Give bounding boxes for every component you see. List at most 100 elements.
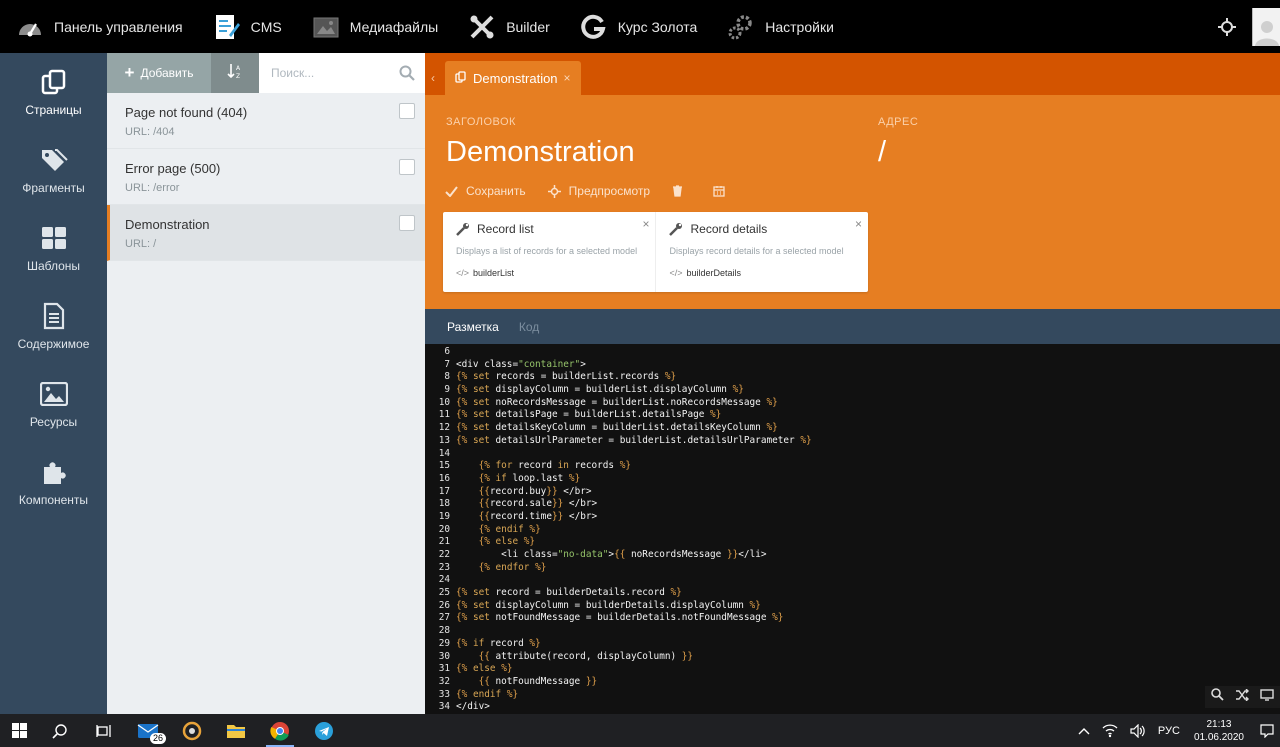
code-line[interactable]: 18 {{record.sale}} </br>	[425, 498, 1280, 511]
page-list-item[interactable]: Error page (500) URL: /error	[107, 149, 425, 205]
component-name: Record details	[669, 222, 855, 236]
preview-button[interactable]: Предпросмотр	[547, 184, 650, 198]
code-line[interactable]: 25 {% set record = builderDetails.record …	[425, 587, 1280, 600]
add-page-button[interactable]: + Добавить	[107, 53, 211, 93]
tab-markup[interactable]: Разметка	[447, 320, 499, 334]
code-line[interactable]: 16 {% if loop.last %}	[425, 473, 1280, 486]
code-line[interactable]: 34 </div>	[425, 701, 1280, 714]
close-icon[interactable]: ×	[564, 71, 571, 85]
page-url-input[interactable]: /	[878, 136, 886, 169]
file-explorer-icon[interactable]	[214, 714, 258, 747]
code-line[interactable]: 12 {% set detailsKeyColumn = builderList.…	[425, 422, 1280, 435]
save-label: Сохранить	[466, 184, 526, 198]
wifi-icon[interactable]	[1102, 723, 1118, 738]
line-content: {% set detailsKeyColumn = builderList.de…	[456, 422, 778, 434]
code-line[interactable]: 28	[425, 625, 1280, 638]
sort-button[interactable]: AZ	[211, 53, 259, 93]
code-line[interactable]: 9 {% set displayColumn = builderList.disp…	[425, 384, 1280, 397]
nav-gold[interactable]: Курс Золота	[565, 0, 712, 53]
fullscreen-icon[interactable]	[1260, 688, 1275, 706]
close-icon[interactable]: ×	[642, 217, 649, 231]
media-player-icon[interactable]	[170, 714, 214, 747]
task-view-icon[interactable]	[82, 714, 126, 747]
nav-settings[interactable]: Настройки	[712, 0, 849, 53]
mail-app-icon[interactable]: 26	[126, 714, 170, 747]
schedule-button[interactable]	[713, 185, 733, 197]
search-icon[interactable]	[399, 65, 415, 86]
page-checkbox[interactable]	[399, 215, 415, 231]
code-line[interactable]: 21 {% else %}	[425, 536, 1280, 549]
component-alias-label: builderList	[473, 268, 515, 278]
code-line[interactable]: 19 {{record.time}} </br>	[425, 511, 1280, 524]
code-line[interactable]: 20 {% endif %}	[425, 524, 1280, 537]
code-line[interactable]: 30 {{ attribute(record, displayColumn) }…	[425, 651, 1280, 664]
gold-plugin-icon	[580, 13, 608, 41]
nav-dashboard[interactable]: Панель управления	[0, 0, 198, 53]
page-list-item[interactable]: Demonstration URL: /	[107, 205, 425, 261]
code-tabs: Разметка Код	[425, 309, 1280, 344]
sidebar-item-fragments[interactable]: Фрагменты	[0, 131, 107, 209]
page-title-input[interactable]: Demonstration	[446, 136, 635, 169]
shuffle-icon[interactable]	[1235, 688, 1249, 706]
search-icon[interactable]	[1210, 688, 1224, 706]
volume-icon[interactable]	[1130, 723, 1146, 738]
page-url: URL: /404	[125, 126, 175, 138]
save-button[interactable]: Сохранить	[445, 184, 526, 198]
sidebar-item-assets[interactable]: Ресурсы	[0, 365, 107, 443]
code-line[interactable]: 27 {% set notFoundMessage = builderDetail…	[425, 612, 1280, 625]
code-line[interactable]: 29 {% if record %}	[425, 638, 1280, 651]
code-line[interactable]: 22 <li class="no-data">{{ noRecordsMessa…	[425, 549, 1280, 562]
chevron-up-icon[interactable]	[1078, 727, 1090, 735]
collapse-chevron-icon[interactable]: ‹	[431, 71, 435, 85]
code-line[interactable]: 14	[425, 448, 1280, 461]
component-card[interactable]: Record details Displays record details f…	[655, 212, 868, 292]
chrome-icon[interactable]	[258, 714, 302, 747]
code-line[interactable]: 32 {{ notFoundMessage }}	[425, 676, 1280, 689]
search-icon[interactable]	[38, 714, 82, 747]
code-line[interactable]: 6	[425, 346, 1280, 359]
sidebar-item-content[interactable]: Содержимое	[0, 287, 107, 365]
code-line[interactable]: 23 {% endfor %}	[425, 562, 1280, 575]
sidebar-item-layouts[interactable]: Шаблоны	[0, 209, 107, 287]
component-name-label: Record list	[477, 222, 534, 236]
code-line[interactable]: 31 {% else %}	[425, 663, 1280, 676]
line-number: 25	[438, 587, 450, 599]
code-line[interactable]: 24	[425, 574, 1280, 587]
page-checkbox[interactable]	[399, 159, 415, 175]
page-checkbox[interactable]	[399, 103, 415, 119]
code-line[interactable]: 11 {% set detailsPage = builderList.detai…	[425, 409, 1280, 422]
telegram-icon[interactable]	[302, 714, 346, 747]
code-line[interactable]: 26 {% set displayColumn = builderDetails.…	[425, 600, 1280, 613]
line-number: 8	[444, 371, 450, 383]
nav-cms[interactable]: CMS	[198, 0, 297, 53]
code-line[interactable]: 7 <div class="container">	[425, 359, 1280, 372]
tab-demonstration[interactable]: Demonstration ×	[445, 61, 581, 95]
windows-start-icon[interactable]	[0, 714, 38, 747]
crosshair-icon[interactable]	[1212, 12, 1242, 42]
delete-button[interactable]	[672, 185, 691, 197]
nav-media[interactable]: Медиафайлы	[297, 0, 453, 53]
line-content: <li class="no-data">{{ noRecordsMessage …	[501, 549, 767, 560]
page-list-item[interactable]: Page not found (404) URL: /404	[107, 93, 425, 149]
avatar[interactable]	[1252, 7, 1280, 46]
component-card[interactable]: Record list Displays a list of records f…	[443, 212, 655, 292]
sidebar-item-pages[interactable]: Страницы	[0, 53, 107, 131]
nav-builder[interactable]: Builder	[453, 0, 565, 53]
notification-icon[interactable]	[1260, 723, 1274, 738]
line-content: {% set notFoundMessage = builderDetails.…	[456, 612, 784, 624]
language-indicator[interactable]: РУС	[1158, 725, 1180, 737]
code-line[interactable]: 13 {% set detailsUrlParameter = builderLi…	[425, 435, 1280, 448]
close-icon[interactable]: ×	[855, 217, 862, 231]
code-line[interactable]: 33 {% endif %}	[425, 689, 1280, 702]
code-line[interactable]: 17 {{record.buy}} </br>	[425, 486, 1280, 499]
line-number: 15	[438, 460, 450, 472]
sidebar-item-components[interactable]: Компоненты	[0, 443, 107, 521]
tab-code[interactable]: Код	[519, 320, 539, 334]
line-content: <div class="container">	[456, 358, 586, 370]
code-line[interactable]: 15 {% for record in records %}	[425, 460, 1280, 473]
clock[interactable]: 21:13 01.06.2020	[1194, 718, 1244, 744]
code-line[interactable]: 10 {% set noRecordsMessage = builderList.…	[425, 397, 1280, 410]
code-editor[interactable]: 6 7 <div class="container"> 8 {% set records…	[425, 344, 1280, 714]
code-line[interactable]: 8 {% set records = builderList.records %}	[425, 371, 1280, 384]
tags-icon	[39, 145, 69, 175]
